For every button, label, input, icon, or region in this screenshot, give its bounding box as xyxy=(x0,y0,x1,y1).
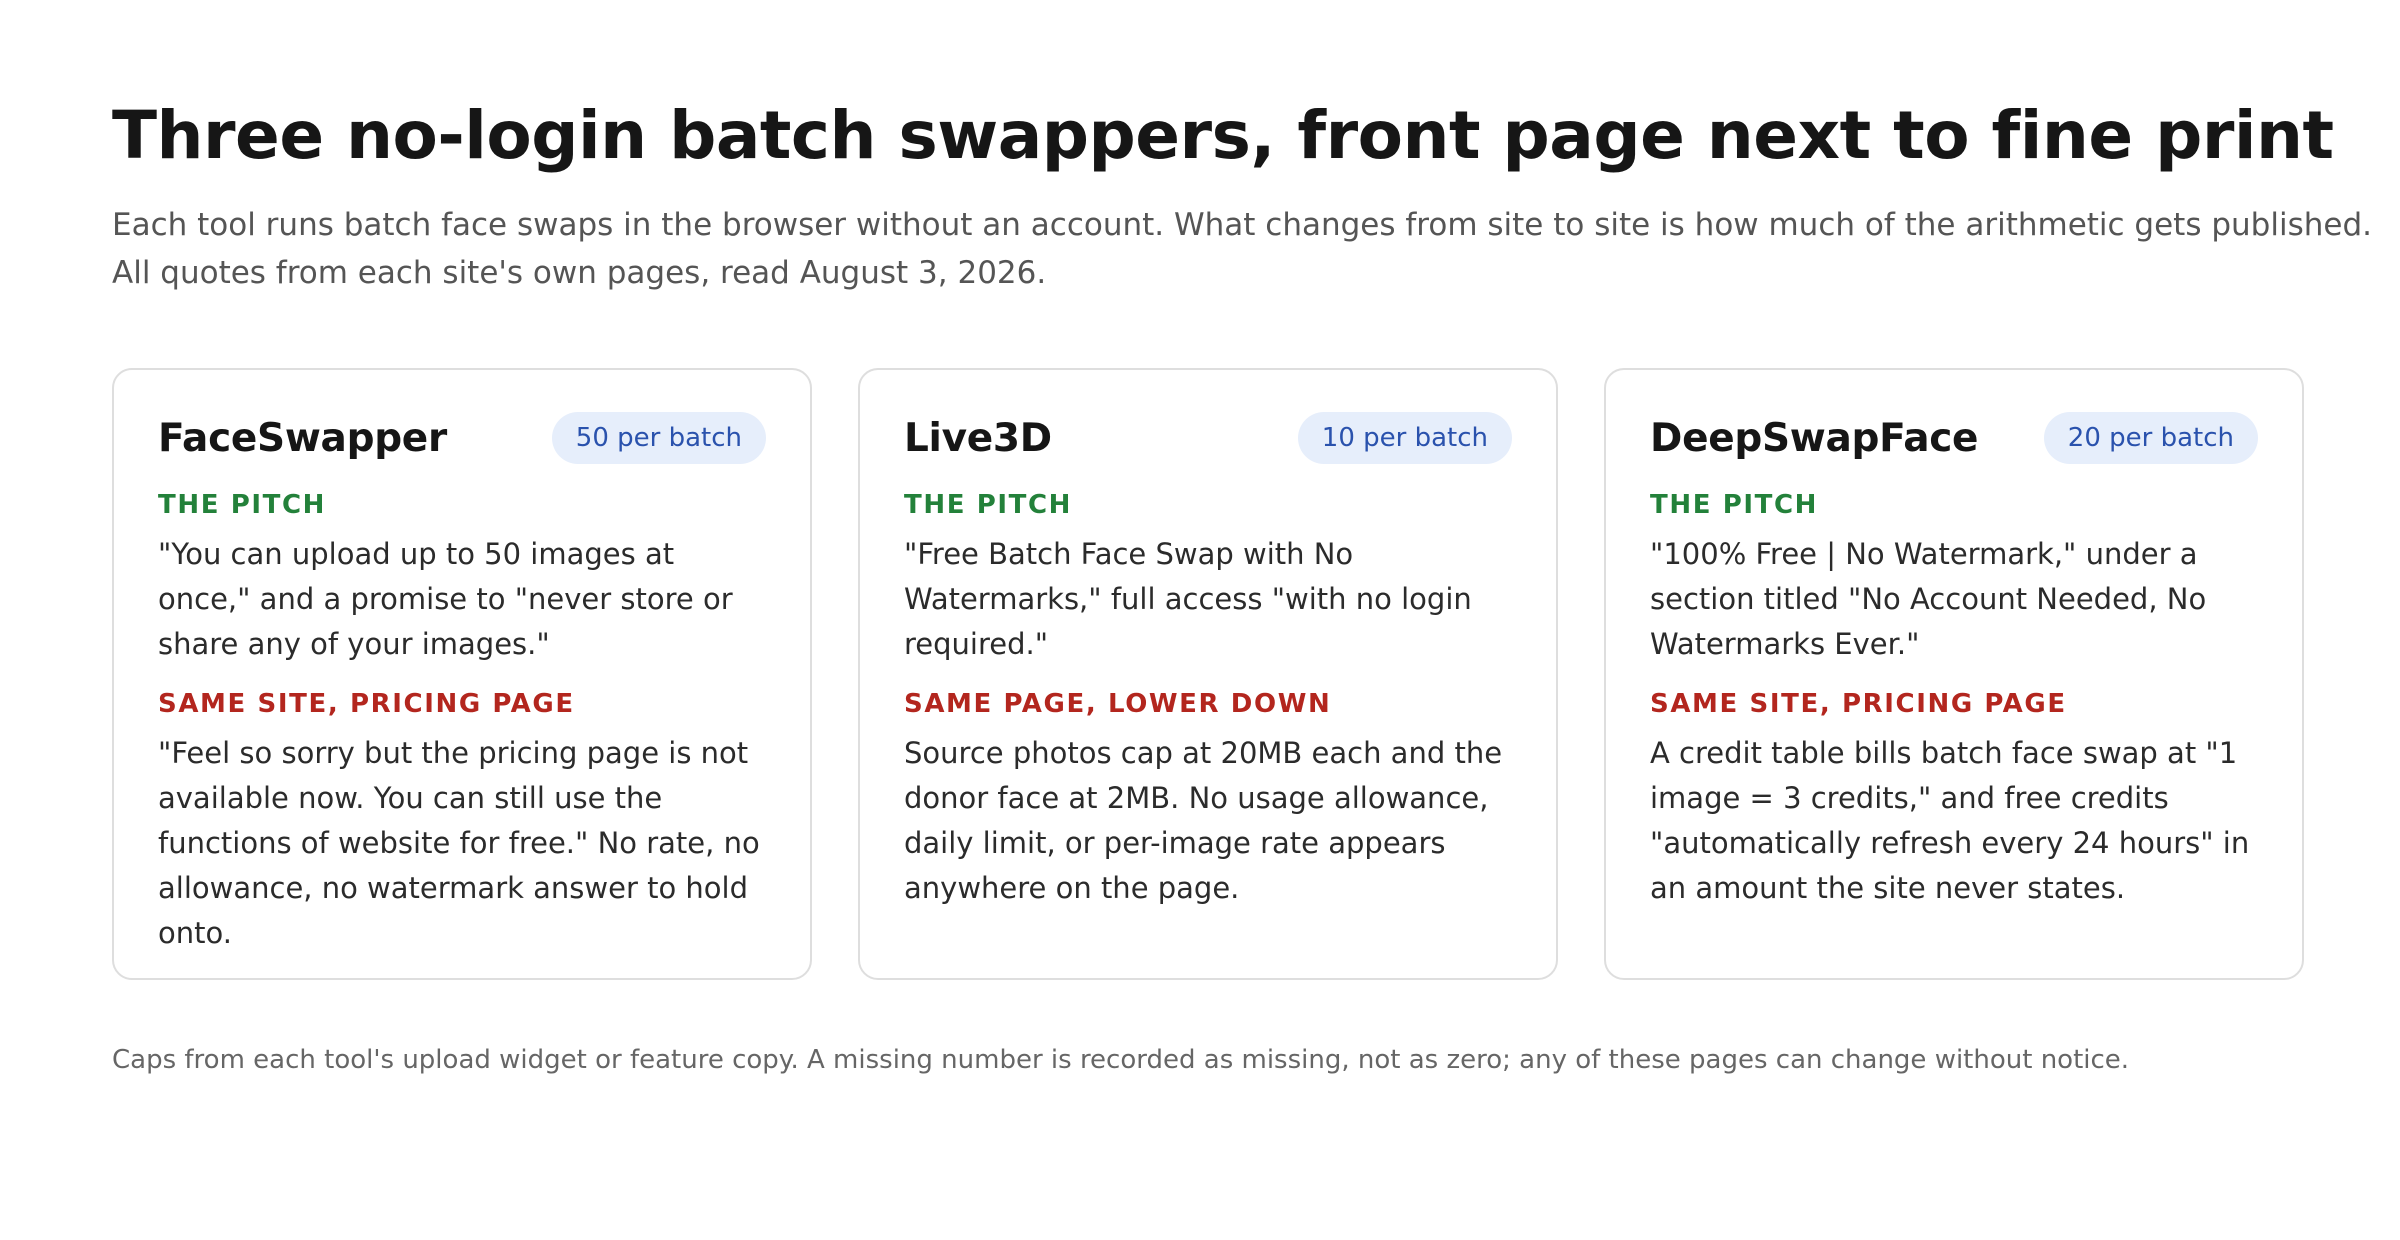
fine-print-text: A credit table bills batch face swap at … xyxy=(1650,736,2250,905)
fine-print-label: SAME SITE, PRICING PAGE xyxy=(158,689,575,719)
footnote: Caps from each tool's upload widget or f… xyxy=(112,1045,2130,1075)
tool-name: DeepSwapFace xyxy=(1650,415,1979,461)
card-faceswapper: FaceSwapper 50 per batch THE PITCH "You … xyxy=(112,368,812,980)
subtitle-line-1: Each tool runs batch face swaps in the b… xyxy=(112,206,2372,243)
fine-print-text: "Feel so sorry but the pricing page is n… xyxy=(158,736,760,950)
page-title: Three no-login batch swappers, front pag… xyxy=(112,97,2334,174)
pitch-text: "You can upload up to 50 images at once,… xyxy=(158,537,733,661)
card-grid: FaceSwapper 50 per batch THE PITCH "You … xyxy=(112,368,2304,980)
batch-limit-badge: 50 per batch xyxy=(551,412,766,464)
card-header: Live3D 10 per batch xyxy=(904,412,1512,464)
fine-print-label: SAME PAGE, LOWER DOWN xyxy=(904,689,1332,719)
subtitle-line-2: All quotes from each site's own pages, r… xyxy=(112,254,1047,291)
page-subtitle: Each tool runs batch face swaps in the b… xyxy=(112,201,2372,297)
pitch-text: "100% Free | No Watermark," under a sect… xyxy=(1650,537,2207,661)
page: Three no-login batch swappers, front pag… xyxy=(0,0,2400,1240)
batch-limit-badge: 20 per batch xyxy=(2043,412,2258,464)
card-header: DeepSwapFace 20 per batch xyxy=(1650,412,2258,464)
pitch-label: THE PITCH xyxy=(1650,490,1819,520)
batch-limit-badge: 10 per batch xyxy=(1297,412,1512,464)
fine-print-label: SAME SITE, PRICING PAGE xyxy=(1650,689,2067,719)
tool-name: Live3D xyxy=(904,415,1052,461)
fine-print-text: Source photos cap at 20MB each and the d… xyxy=(904,736,1503,905)
pitch-text: "Free Batch Face Swap with No Watermarks… xyxy=(904,537,1472,661)
pitch-label: THE PITCH xyxy=(904,490,1073,520)
card-live3d: Live3D 10 per batch THE PITCH "Free Batc… xyxy=(858,368,1558,980)
card-deepswapface: DeepSwapFace 20 per batch THE PITCH "100… xyxy=(1604,368,2304,980)
pitch-label: THE PITCH xyxy=(158,490,327,520)
card-header: FaceSwapper 50 per batch xyxy=(158,412,766,464)
tool-name: FaceSwapper xyxy=(158,415,447,461)
